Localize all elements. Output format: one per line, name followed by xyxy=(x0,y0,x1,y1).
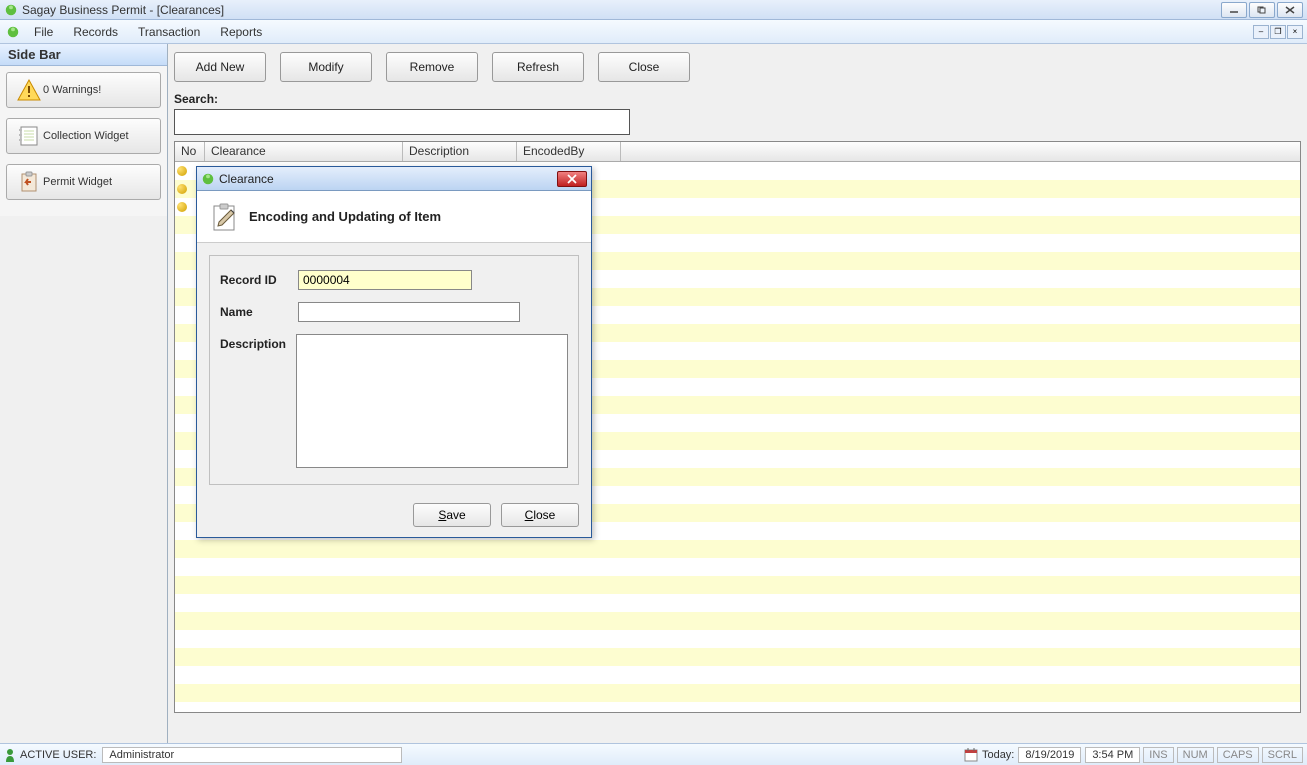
calendar-icon xyxy=(964,748,978,762)
col-description[interactable]: Description xyxy=(403,142,517,161)
menu-app-icon xyxy=(6,25,20,39)
toolbar: Add New Modify Remove Refresh Close xyxy=(174,52,1301,82)
clipboard-edit-icon xyxy=(209,202,239,232)
sidebar-collection-label: Collection Widget xyxy=(43,130,129,142)
menu-reports[interactable]: Reports xyxy=(210,22,272,42)
table-row[interactable] xyxy=(175,576,1300,594)
modify-button[interactable]: Modify xyxy=(280,52,372,82)
today-label: Today: xyxy=(982,749,1014,761)
table-row[interactable] xyxy=(175,648,1300,666)
notebook-icon xyxy=(17,125,41,147)
description-textarea[interactable] xyxy=(296,334,568,468)
sidebar-header: Side Bar xyxy=(0,44,167,66)
sidebar-permit-button[interactable]: Permit Widget xyxy=(6,164,161,200)
clearance-dialog: Clearance Encoding and Updating of Item … xyxy=(196,166,592,538)
close-button-toolbar[interactable]: Close xyxy=(598,52,690,82)
clipboard-back-icon xyxy=(17,171,41,193)
menu-records[interactable]: Records xyxy=(63,22,128,42)
table-row[interactable] xyxy=(175,684,1300,702)
sidebar-permit-label: Permit Widget xyxy=(43,176,112,188)
sidebar-warnings-button[interactable]: 0 Warnings! xyxy=(6,72,161,108)
minimize-button[interactable] xyxy=(1221,2,1247,18)
menu-transaction[interactable]: Transaction xyxy=(128,22,210,42)
col-encodedby[interactable]: EncodedBy xyxy=(517,142,621,161)
row-indicator-icon xyxy=(177,166,187,176)
refresh-button[interactable]: Refresh xyxy=(492,52,584,82)
dialog-banner-text: Encoding and Updating of Item xyxy=(249,209,441,224)
name-input[interactable] xyxy=(298,302,520,322)
add-new-button[interactable]: Add New xyxy=(174,52,266,82)
table-row[interactable] xyxy=(175,666,1300,684)
record-id-input[interactable] xyxy=(298,270,472,290)
table-row[interactable] xyxy=(175,612,1300,630)
close-button[interactable] xyxy=(1277,2,1303,18)
remove-button[interactable]: Remove xyxy=(386,52,478,82)
dialog-app-icon xyxy=(201,172,215,186)
dialog-banner: Encoding and Updating of Item xyxy=(197,191,591,243)
status-date: 8/19/2019 xyxy=(1018,747,1081,763)
maximize-button[interactable] xyxy=(1249,2,1275,18)
menu-file[interactable]: File xyxy=(24,22,63,42)
sidebar: Side Bar 0 Warnings! Collection Widget P… xyxy=(0,44,168,743)
table-row[interactable] xyxy=(175,558,1300,576)
mdi-close-button[interactable]: × xyxy=(1287,25,1303,39)
status-num: NUM xyxy=(1177,747,1214,763)
app-icon xyxy=(4,3,18,17)
table-row[interactable] xyxy=(175,594,1300,612)
search-input[interactable] xyxy=(174,109,630,135)
titlebar: Sagay Business Permit - [Clearances] xyxy=(0,0,1307,20)
table-row[interactable] xyxy=(175,702,1300,712)
status-scrl: SCRL xyxy=(1262,747,1303,763)
name-label: Name xyxy=(220,302,298,322)
close-rest: lose xyxy=(533,508,555,522)
save-rest: ave xyxy=(446,508,465,522)
table-row[interactable] xyxy=(175,540,1300,558)
user-icon xyxy=(4,748,16,762)
status-time: 3:54 PM xyxy=(1085,747,1140,763)
dialog-titlebar[interactable]: Clearance xyxy=(197,167,591,191)
status-caps: CAPS xyxy=(1217,747,1259,763)
menubar: File Records Transaction Reports – ❐ × xyxy=(0,20,1307,44)
sidebar-warnings-label: 0 Warnings! xyxy=(43,84,101,96)
dialog-title: Clearance xyxy=(219,172,557,186)
status-ins: INS xyxy=(1143,747,1173,763)
active-user-label: ACTIVE USER: xyxy=(20,749,96,761)
mdi-minimize-button[interactable]: – xyxy=(1253,25,1269,39)
dialog-close-button-footer[interactable]: Close xyxy=(501,503,579,527)
warning-icon xyxy=(17,79,41,101)
window-title: Sagay Business Permit - [Clearances] xyxy=(22,3,1221,17)
sidebar-collection-button[interactable]: Collection Widget xyxy=(6,118,161,154)
description-label: Description xyxy=(220,334,296,468)
dialog-save-button[interactable]: Save xyxy=(413,503,491,527)
table-row[interactable] xyxy=(175,630,1300,648)
grid-header: No Clearance Description EncodedBy xyxy=(175,142,1300,162)
col-no[interactable]: No xyxy=(175,142,205,161)
col-clearance[interactable]: Clearance xyxy=(205,142,403,161)
statusbar: ACTIVE USER: Administrator Today: 8/19/2… xyxy=(0,743,1307,765)
search-label: Search: xyxy=(174,92,1301,106)
active-user-value: Administrator xyxy=(102,747,402,763)
dialog-close-button[interactable] xyxy=(557,171,587,187)
row-indicator-icon xyxy=(177,202,187,212)
record-id-label: Record ID xyxy=(220,270,298,290)
mdi-restore-button[interactable]: ❐ xyxy=(1270,25,1286,39)
row-indicator-icon xyxy=(177,184,187,194)
